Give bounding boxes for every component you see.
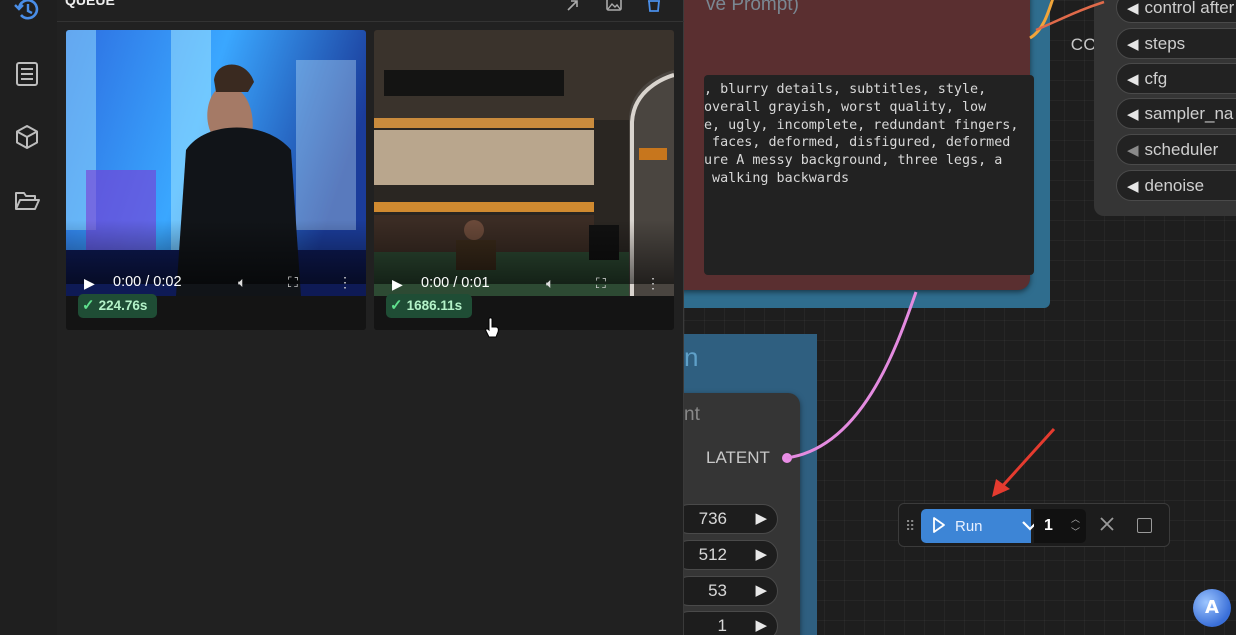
left-icon-sidebar xyxy=(0,0,57,635)
queue-item-video-1[interactable]: ▶ 0:00 / 0:02 🔈︎ ⛶ ⋮ ✓ 224.76s xyxy=(66,30,366,330)
app-root: ve Prompt) CONDITIONING , blurry details… xyxy=(0,0,1236,635)
workflow-canvas[interactable]: ve Prompt) CONDITIONING , blurry details… xyxy=(684,0,1236,635)
more-options-icon[interactable]: ⋮ xyxy=(338,274,352,291)
batch-count-stepper[interactable]: 1 ︿ ﹀ xyxy=(1034,509,1086,543)
check-icon: ✓ xyxy=(82,297,95,314)
queue-item-video-2[interactable]: ▶ 0:00 / 0:01 🔈︎ ⛶ ⋮ ✓ 1686.11s xyxy=(374,30,674,330)
hand-cursor-icon xyxy=(485,317,499,338)
execution-time-badge: ✓ 1686.11s xyxy=(386,294,473,318)
volume-icon[interactable]: 🔈︎ xyxy=(546,275,554,292)
video-time: 0:00 / 0:01 xyxy=(421,275,490,291)
drag-handle-icon[interactable]: ⠿ xyxy=(905,518,915,535)
run-toolbar: ⠿ Run 1 ︿ ﹀ xyxy=(898,503,1170,547)
brand-logo: A xyxy=(1193,589,1231,627)
video-time: 0:00 / 0:02 xyxy=(113,274,182,290)
document-list-icon[interactable] xyxy=(13,60,41,88)
play-icon[interactable]: ▶ xyxy=(392,276,403,293)
play-icon xyxy=(933,517,945,533)
execution-time-badge: ✓ 224.76s xyxy=(78,294,158,318)
stepper-arrows[interactable]: ︿ ﹀ xyxy=(1071,513,1080,539)
cube-icon[interactable] xyxy=(13,123,41,151)
chevron-down-icon[interactable]: ﹀ xyxy=(1071,527,1080,537)
queue-panel: QUEUE ▶ 0:00 / 0:02 🔈︎ ⛶ ⋮ ✓ 224.76s ▶ 0… xyxy=(57,0,684,635)
close-icon[interactable] xyxy=(1098,515,1116,533)
more-options-icon[interactable]: ⋮ xyxy=(646,275,660,292)
latent-link xyxy=(785,291,918,460)
execution-time-value: 1686.11s xyxy=(406,298,463,313)
check-icon: ✓ xyxy=(390,297,403,314)
video-controls-overlay xyxy=(374,220,674,284)
red-arrow-annotation xyxy=(992,427,1056,497)
fullscreen-icon[interactable]: ⛶ xyxy=(596,275,606,292)
run-button-label: Run xyxy=(955,518,983,535)
conditioning-link xyxy=(1029,0,1054,40)
queue-header: QUEUE xyxy=(57,0,684,22)
trash-icon[interactable] xyxy=(645,0,663,12)
execution-time-value: 224.76s xyxy=(98,298,148,313)
video-controls-overlay xyxy=(66,220,366,284)
folder-open-icon[interactable] xyxy=(13,187,41,215)
stop-button[interactable] xyxy=(1137,518,1152,533)
run-button[interactable]: Run xyxy=(921,509,1038,543)
fullscreen-icon[interactable]: ⛶ xyxy=(288,274,298,291)
image-gallery-icon[interactable] xyxy=(605,0,623,12)
play-icon[interactable]: ▶ xyxy=(84,275,95,292)
history-icon[interactable] xyxy=(13,0,41,24)
batch-count-value[interactable]: 1 xyxy=(1044,517,1053,535)
volume-icon[interactable]: 🔈︎ xyxy=(238,274,246,291)
collapse-icon[interactable] xyxy=(565,0,583,12)
chevron-up-icon[interactable]: ︿ xyxy=(1071,514,1080,524)
queue-title: QUEUE xyxy=(65,0,115,8)
